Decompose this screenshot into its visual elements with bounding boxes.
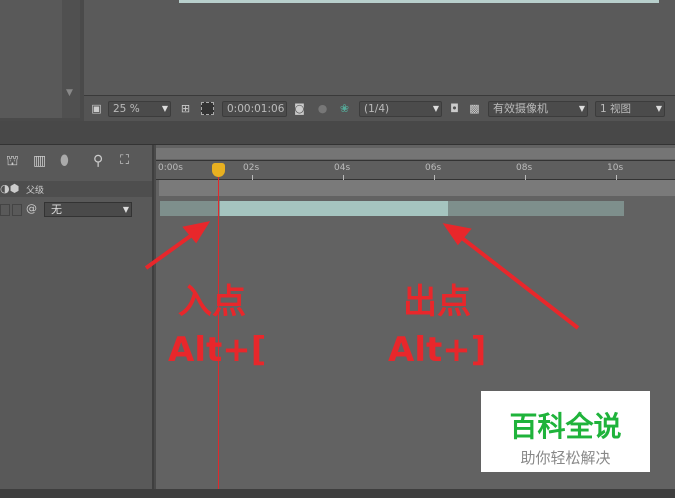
in-point-label: 入点 bbox=[178, 282, 246, 322]
in-point-shortcut: Alt+[ bbox=[168, 330, 267, 370]
logo-subtitle: 助你轻松解决 bbox=[520, 449, 611, 467]
out-arrow bbox=[460, 236, 580, 330]
out-point-shortcut: Alt+] bbox=[388, 330, 487, 370]
watermark-logo: 百科全说 助你轻松解决 bbox=[481, 391, 650, 472]
in-arrow bbox=[144, 230, 198, 270]
timeline-bottom-bar bbox=[0, 489, 675, 498]
out-point-label: 出点 bbox=[403, 282, 471, 322]
logo-title: 百科全说 bbox=[509, 410, 622, 443]
